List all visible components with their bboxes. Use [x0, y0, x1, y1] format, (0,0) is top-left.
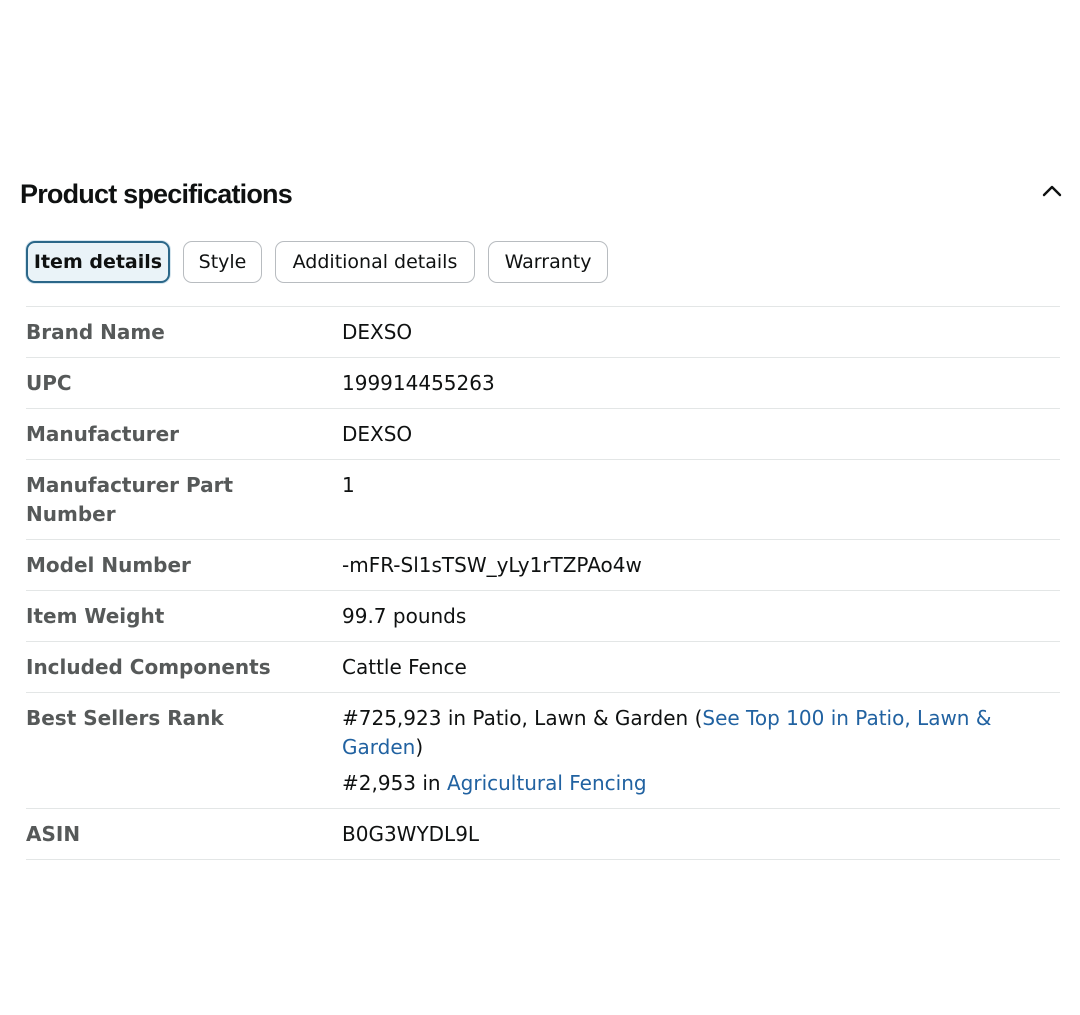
tab-warranty[interactable]: Warranty	[488, 241, 608, 283]
spec-value: DEXSO	[342, 422, 413, 446]
spec-label: Model Number	[26, 553, 191, 577]
rank-line-subcategory: #2,953 in Agricultural Fencing	[342, 769, 1060, 798]
spec-value: #725,923 in Patio, Lawn & Garden (See To…	[342, 693, 1060, 808]
tab-additional-details[interactable]: Additional details	[275, 241, 475, 283]
section-title: Product specifications	[20, 179, 293, 209]
spec-label: Brand Name	[26, 320, 165, 344]
rank-close-paren: )	[415, 735, 424, 759]
spec-row-part-number: Manufacturer Part Number 1	[26, 460, 1060, 540]
spec-label: UPC	[26, 371, 72, 395]
collapse-button[interactable]	[1036, 176, 1068, 206]
spec-label: Best Sellers Rank	[26, 706, 224, 730]
tab-item-details[interactable]: Item details	[26, 241, 170, 283]
rank-text: #2,953 in	[342, 771, 447, 795]
spec-row-upc: UPC 199914455263	[26, 358, 1060, 409]
spec-label: Item Weight	[26, 604, 165, 628]
rank-text: #725,923 in Patio, Lawn & Garden (	[342, 706, 703, 730]
spec-value: 99.7 pounds	[342, 604, 467, 628]
agricultural-fencing-link[interactable]: Agricultural Fencing	[447, 771, 647, 795]
spec-row-asin: ASIN B0G3WYDL9L	[26, 809, 1060, 860]
spec-row-best-sellers-rank: Best Sellers Rank #725,923 in Patio, Law…	[26, 693, 1060, 809]
spec-row-model-number: Model Number -mFR-Sl1sTSW_yLy1rTZPAo4w	[26, 540, 1060, 591]
spec-label: Manufacturer	[26, 422, 180, 446]
spec-row-item-weight: Item Weight 99.7 pounds	[26, 591, 1060, 642]
spec-label: ASIN	[26, 822, 81, 846]
spec-value: B0G3WYDL9L	[342, 822, 480, 846]
spec-value: 199914455263	[342, 371, 495, 395]
chevron-up-icon	[1042, 182, 1062, 201]
spec-row-brand-name: Brand Name DEXSO	[26, 307, 1060, 358]
spec-value: DEXSO	[342, 320, 413, 344]
spec-table: Brand Name DEXSO UPC 199914455263 Manufa…	[26, 306, 1060, 860]
spec-label: Included Components	[26, 655, 271, 679]
spec-value: -mFR-Sl1sTSW_yLy1rTZPAo4w	[342, 553, 642, 577]
spec-value: 1	[342, 473, 355, 497]
tab-style[interactable]: Style	[183, 241, 262, 283]
spec-row-manufacturer: Manufacturer DEXSO	[26, 409, 1060, 460]
spec-label: Manufacturer Part Number	[26, 473, 234, 526]
spec-tabs: Item details Style Additional details Wa…	[26, 241, 608, 283]
spec-row-included-components: Included Components Cattle Fence	[26, 642, 1060, 693]
rank-line-category: #725,923 in Patio, Lawn & Garden (See To…	[342, 704, 1060, 762]
spec-value: Cattle Fence	[342, 655, 467, 679]
product-specifications-section: Product specifications Item details Styl…	[0, 0, 1080, 1015]
